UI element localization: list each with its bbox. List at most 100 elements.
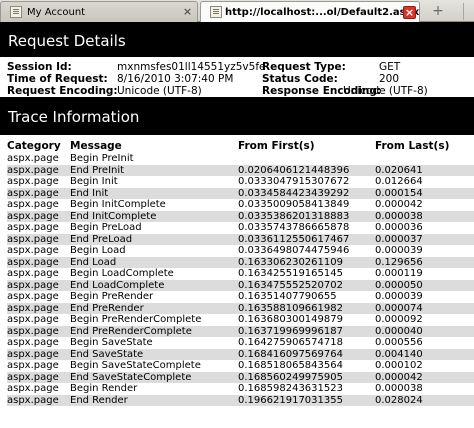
row-from-last: 0.000039 [375, 291, 423, 302]
row-category: aspx.page [7, 302, 59, 314]
row-from-last: 0.000556 [375, 337, 423, 348]
table-row: aspx.page Begin PreInit [7, 153, 474, 165]
row-message: End SaveStateComplete [70, 371, 192, 383]
trace-information-header: Trace Information [0, 97, 474, 135]
row-from-last: 0.000102 [375, 360, 423, 371]
row-from-last: 0.000040 [375, 325, 423, 337]
row-message: End PreRender [70, 302, 144, 314]
row-from-first: 0.196621917031355 [238, 394, 343, 406]
request-type-value: GET [379, 61, 401, 73]
table-row: aspx.page End InitComplete 0.0335386201318… [7, 210, 474, 222]
row-message: End Render [70, 394, 128, 406]
table-row: aspx.page End Init 0.0334584423439292 0.000… [7, 187, 474, 199]
table-row: aspx.page End LoadComplete 0.1634755525207… [7, 279, 474, 291]
table-row: aspx.page End PreLoad 0.0336112550617467 0.… [7, 233, 474, 245]
row-from-first: 0.16351407790655 [238, 291, 337, 302]
table-row: aspx.page End Load 0.163306230261109 0.1296… [7, 256, 474, 268]
row-message: Begin LoadComplete [70, 268, 174, 279]
row-from-last: 0.129656 [375, 256, 423, 268]
row-from-first: 0.0333047915307672 [238, 176, 350, 187]
session-id-value: mxnmsfes01ll14551yz5v5fe [117, 61, 266, 73]
table-row: aspx.page End PreRender 0.163588109661982 0… [7, 302, 474, 314]
row-from-first: 0.0335386201318883 [238, 210, 350, 222]
table-row: aspx.page Begin LoadComplete 0.16342551916… [7, 268, 474, 280]
row-category: aspx.page [7, 245, 59, 256]
row-from-last: 0.028024 [375, 394, 423, 406]
response-encoding-value: Unicode (UTF-8) [343, 85, 428, 97]
row-message: End Init [70, 187, 109, 199]
detail-row: Request Encoding: Unicode (UTF-8) Respon… [7, 85, 474, 97]
row-message: Begin PreRender [70, 291, 154, 302]
row-from-first: 0.163475552520702 [238, 279, 343, 291]
row-message: Begin SaveState [70, 337, 153, 348]
page-icon [10, 6, 22, 18]
row-message: Begin Load [70, 245, 126, 256]
close-icon[interactable]: × [403, 6, 416, 19]
row-from-first: 0.163680300149879 [238, 314, 343, 325]
detail-row: Time of Request: 8/16/2010 3:07:40 PM St… [7, 73, 474, 85]
row-from-first: 0.163425519165145 [238, 268, 343, 279]
detail-row: Session Id: mxnmsfes01ll14551yz5v5fe Req… [7, 61, 474, 73]
close-icon[interactable]: × [181, 6, 194, 19]
table-row: aspx.page Begin SaveStateComplete 0.168518… [7, 360, 474, 372]
row-message: End PreRenderComplete [70, 325, 192, 337]
row-from-last: 0.000042 [375, 371, 423, 383]
row-from-last: 0.000074 [375, 302, 423, 314]
row-from-first: 0.0206406121448396 [238, 164, 350, 176]
status-code-label: Status Code: [262, 73, 338, 85]
row-from-last: 0.000154 [375, 187, 423, 199]
row-category: aspx.page [7, 210, 59, 222]
table-row: aspx.page End SaveStateComplete 0.16856024… [7, 371, 474, 383]
row-message: End Load [70, 256, 117, 268]
row-category: aspx.page [7, 279, 59, 291]
row-category: aspx.page [7, 222, 59, 233]
row-from-first: 0.0336498074475946 [238, 245, 350, 256]
new-tab-button[interactable]: + [425, 2, 451, 21]
row-category: aspx.page [7, 371, 59, 383]
row-message: End InitComplete [70, 210, 157, 222]
tab-label: My Account [27, 7, 86, 18]
tab-strip-edge [463, 3, 474, 20]
row-from-last: 0.000036 [375, 222, 423, 233]
table-row: aspx.page Begin Render 0.168598243631523 0.… [7, 383, 474, 395]
row-from-last: 0.000050 [375, 279, 423, 291]
tab-default2[interactable]: http://localhost:...ol/Default2.aspx × [200, 1, 420, 23]
row-message: End SaveState [70, 348, 144, 360]
table-row: aspx.page End PreInit 0.0206406121448396 0.… [7, 164, 474, 176]
time-of-request-value: 8/16/2010 3:07:40 PM [117, 73, 234, 85]
row-category: aspx.page [7, 164, 59, 176]
table-row: aspx.page Begin Load 0.0336498074475946 0.0… [7, 245, 474, 257]
row-from-first: 0.163306230261109 [238, 256, 343, 268]
row-from-first: 0.163719969996187 [238, 325, 343, 337]
status-code-value: 200 [379, 73, 400, 85]
trace-table-header: Category Message From First(s) From Last… [7, 140, 474, 152]
column-category: Category [7, 140, 61, 152]
row-category: aspx.page [7, 153, 59, 164]
row-from-first: 0.168598243631523 [238, 383, 343, 394]
row-from-last: 0.012664 [375, 176, 423, 187]
trace-page: Request Details Session Id: mxnmsfes01ll… [0, 22, 474, 428]
row-from-first: 0.0334584423439292 [238, 187, 350, 199]
row-message: Begin SaveStateComplete [70, 360, 201, 371]
row-from-last: 0.000037 [375, 233, 423, 245]
row-from-last: 0.004140 [375, 348, 423, 360]
row-from-last: 0.000038 [375, 383, 423, 394]
row-category: aspx.page [7, 394, 59, 406]
session-id-label: Session Id: [7, 61, 72, 73]
row-category: aspx.page [7, 383, 59, 394]
row-from-last: 0.020641 [375, 164, 423, 176]
row-from-first: 0.0336112550617467 [238, 233, 350, 245]
column-from-last: From Last(s) [375, 140, 450, 152]
row-category: aspx.page [7, 291, 59, 302]
row-category: aspx.page [7, 348, 59, 360]
row-from-last: 0.000038 [375, 210, 423, 222]
table-row: aspx.page Begin PreLoad 0.0335743786665878… [7, 222, 474, 234]
row-message: Begin Render [70, 383, 138, 394]
column-message: Message [70, 140, 122, 152]
table-row: aspx.page Begin Init 0.0333047915307672 0.0… [7, 176, 474, 188]
tab-my-account[interactable]: My Account × [0, 1, 198, 22]
row-message: Begin PreRenderComplete [70, 314, 202, 325]
column-from-first: From First(s) [238, 140, 315, 152]
table-row: aspx.page Begin InitComplete 0.03350090584… [7, 199, 474, 211]
row-category: aspx.page [7, 176, 59, 187]
